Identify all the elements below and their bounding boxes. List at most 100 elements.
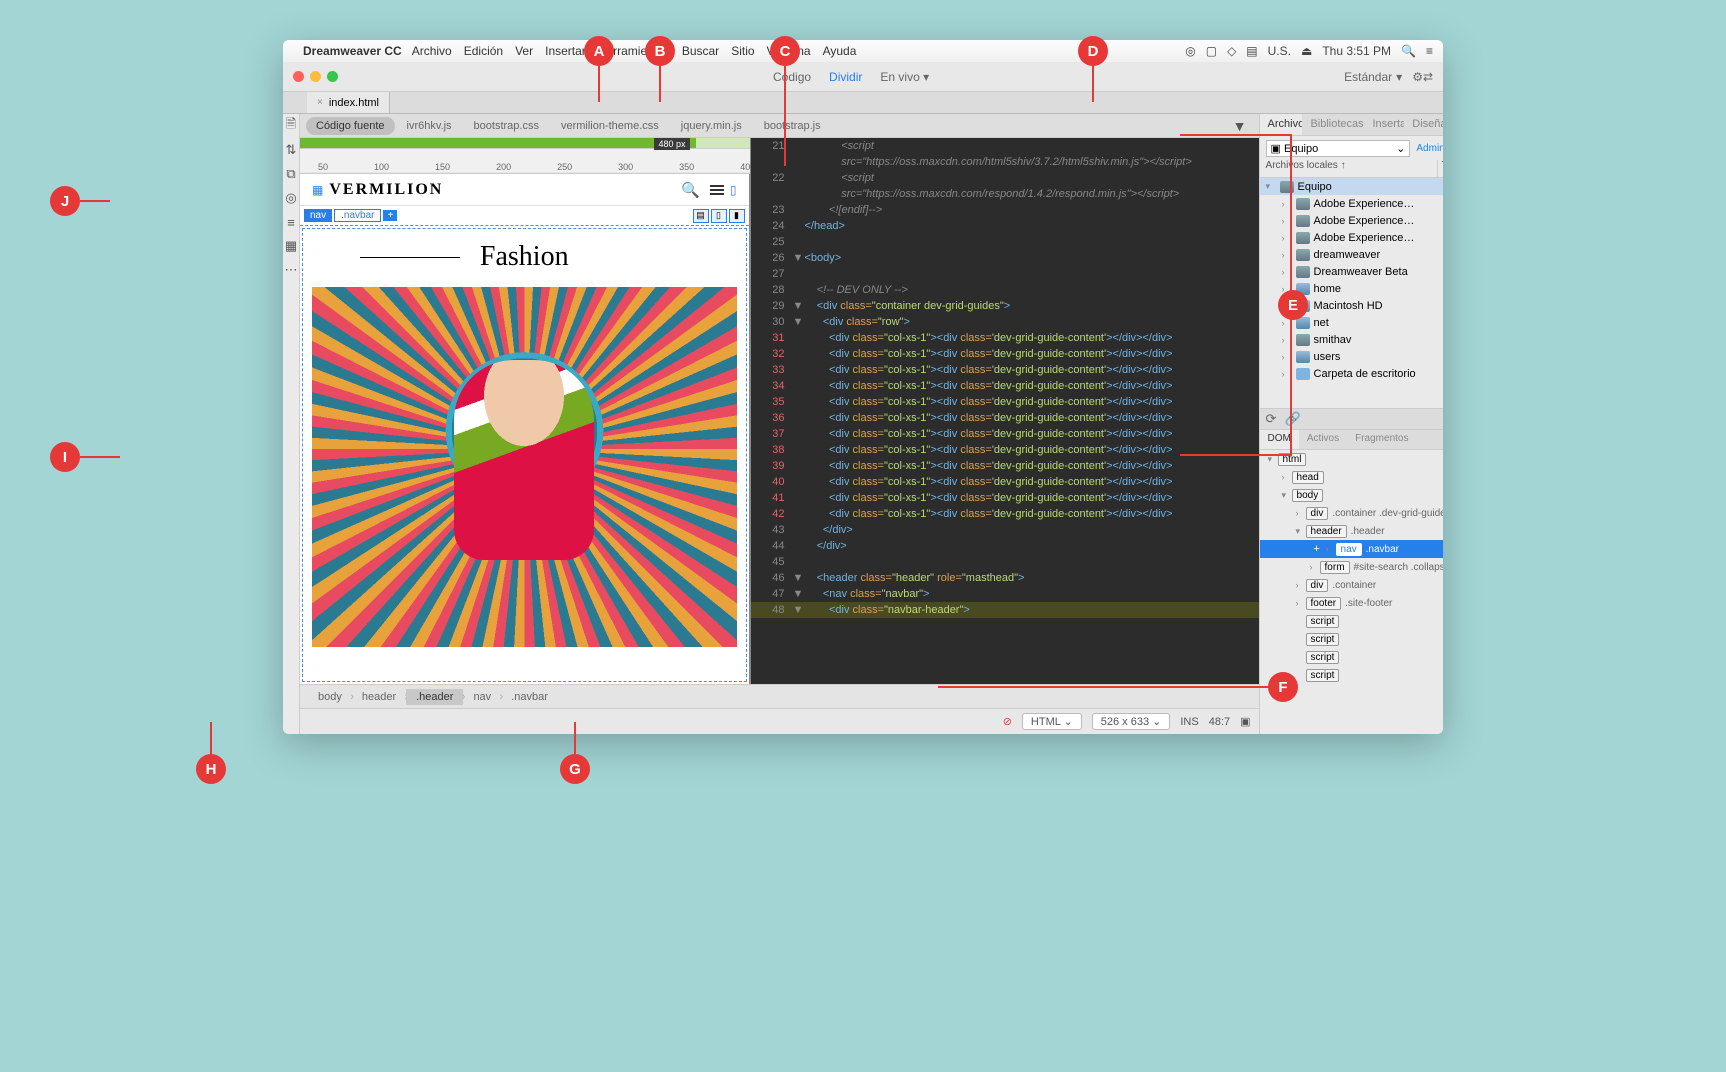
menu-archivo[interactable]: Archivo — [412, 44, 452, 58]
live-content[interactable]: Fashion — [302, 228, 747, 682]
close-button[interactable] — [293, 71, 304, 82]
tab-dom[interactable]: DOM — [1260, 430, 1299, 449]
tab-bibliotecas[interactable]: Bibliotecas CC — [1302, 114, 1364, 135]
bc-item[interactable]: .navbar — [501, 689, 558, 705]
inspect-icon[interactable]: ⧉ — [283, 166, 299, 182]
close-icon[interactable]: × — [317, 97, 323, 108]
workspace-selector[interactable]: Estándar ▾ — [1344, 70, 1402, 84]
rel-file[interactable]: jquery.min.js — [671, 117, 752, 135]
size-selector[interactable]: 526 x 633 ⌄ — [1092, 713, 1171, 730]
dom-row[interactable]: ›div.container .dev-grid-guides — [1260, 504, 1443, 522]
bc-item[interactable]: .header — [406, 689, 463, 705]
expand-icon[interactable]: ≡ — [283, 214, 299, 230]
file-tab-label: index.html — [329, 97, 379, 109]
selected-class[interactable]: .navbar — [334, 209, 381, 222]
search-icon[interactable]: 🔍 — [681, 181, 700, 199]
tree-row[interactable]: ›Adobe Experience… — [1260, 212, 1443, 229]
spotlight-icon[interactable]: 🔍 — [1401, 44, 1416, 58]
tree-row[interactable]: ›dreamweaver — [1260, 246, 1443, 263]
target-icon[interactable]: ◎ — [283, 190, 299, 206]
manage-icon[interactable]: ⇅ — [283, 142, 299, 158]
files-header: Archivos locales ↑ Tamaño — [1260, 160, 1443, 178]
tree-row[interactable]: ›Dreamweaver Beta — [1260, 263, 1443, 280]
input-source[interactable]: U.S. — [1268, 44, 1291, 58]
grid-icon[interactable]: ▦ — [312, 183, 323, 197]
file-icon[interactable]: 🗎 — [283, 118, 299, 134]
callout-c: C — [770, 36, 800, 66]
lang-selector[interactable]: HTML ⌄ — [1022, 713, 1082, 730]
bc-item[interactable]: nav — [463, 689, 501, 705]
rel-source[interactable]: Código fuente — [306, 117, 395, 135]
rel-file[interactable]: ivr6hkv.js — [397, 117, 462, 135]
tab-css[interactable]: Diseñador de CSS — [1404, 114, 1443, 135]
dom-row[interactable]: script — [1260, 648, 1443, 666]
menu-ayuda[interactable]: Ayuda — [823, 44, 857, 58]
minimize-button[interactable] — [310, 71, 321, 82]
dom-row[interactable]: ›div.container — [1260, 576, 1443, 594]
tab-archivos[interactable]: Archivos — [1260, 114, 1303, 135]
file-tab[interactable]: × index.html — [307, 92, 390, 113]
menu-insertar[interactable]: Insertar — [545, 44, 586, 58]
display-opt[interactable]: ▯ — [711, 209, 727, 223]
tree-row[interactable]: ›Adobe Experience… — [1260, 229, 1443, 246]
bc-item[interactable]: body — [308, 689, 352, 705]
tab-insertar[interactable]: Insertar — [1364, 114, 1404, 135]
manage-sites-link[interactable]: Administrar sitios — [1416, 143, 1443, 154]
view-live[interactable]: En vivo ▾ — [880, 70, 929, 84]
dom-row[interactable]: +›nav.navbar — [1260, 540, 1443, 558]
preview-icon[interactable]: ▣ — [1240, 715, 1250, 728]
media-query-bar[interactable]: 480 px — [300, 138, 750, 148]
dom-row[interactable]: ▾html — [1260, 450, 1443, 468]
dom-row[interactable]: ›footer.site-footer — [1260, 594, 1443, 612]
page-heading: Fashion — [440, 241, 609, 273]
dom-row[interactable]: script — [1260, 630, 1443, 648]
dom-row[interactable]: script — [1260, 612, 1443, 630]
menu-sitio[interactable]: Sitio — [731, 44, 754, 58]
site-selector[interactable]: ▣ Equipo⌄ — [1266, 140, 1411, 157]
dom-row[interactable]: ›head — [1260, 468, 1443, 486]
dom-row[interactable]: ▾header.header — [1260, 522, 1443, 540]
flag-icon[interactable]: ▤ — [1246, 44, 1257, 58]
eject-icon[interactable]: ⏏ — [1301, 44, 1312, 58]
selected-tag[interactable]: nav — [304, 209, 332, 222]
error-icon[interactable]: ⊘ — [1003, 715, 1012, 728]
display-opt[interactable]: ▮ — [729, 209, 745, 223]
tree-row[interactable]: ›smithav — [1260, 331, 1443, 348]
list-icon[interactable]: ≡ — [1426, 44, 1433, 58]
hamburger-icon[interactable] — [710, 185, 724, 195]
sync-icon[interactable]: ⟳ — [1266, 411, 1277, 427]
screen-icon[interactable]: ▢ — [1206, 44, 1217, 58]
rel-file[interactable]: vermilion-theme.css — [551, 117, 669, 135]
rel-file[interactable]: bootstrap.css — [464, 117, 549, 135]
layout-icon[interactable]: ▦ — [283, 238, 299, 254]
zoom-button[interactable] — [327, 71, 338, 82]
live-view[interactable]: ▦ VERMILION 🔍 ▯ nav .navbar + ▤ — [300, 174, 750, 684]
more-icon[interactable]: ⋯ — [283, 262, 299, 278]
tree-row[interactable]: ›users — [1260, 348, 1443, 365]
link-icon[interactable]: 🔗 — [1284, 411, 1300, 427]
dom-row[interactable]: ›form#site-search .collapse .site-sea — [1260, 558, 1443, 576]
view-code[interactable]: Código — [773, 70, 811, 84]
callout-a: A — [584, 36, 614, 66]
dom-row[interactable]: ▾body — [1260, 486, 1443, 504]
rel-file[interactable]: bootstrap.js — [754, 117, 831, 135]
view-split[interactable]: Dividir — [829, 70, 862, 84]
outline-icon[interactable]: ▯ — [730, 183, 737, 197]
tree-row[interactable]: ▾Equipo — [1260, 178, 1443, 195]
cloud-icon[interactable]: ◎ — [1185, 44, 1195, 58]
display-opt[interactable]: ▤ — [693, 209, 709, 223]
tree-row[interactable]: ›Carpeta de escritorio — [1260, 365, 1443, 382]
tree-row[interactable]: ›Adobe Experience… — [1260, 195, 1443, 212]
filter-icon[interactable]: ▼ — [1233, 118, 1253, 134]
code-view[interactable]: 21 <script src="https://oss.maxcdn.com/h… — [751, 138, 1259, 684]
wifi-icon[interactable]: ◇ — [1227, 44, 1236, 58]
menu-buscar[interactable]: Buscar — [682, 44, 719, 58]
menu-ver[interactable]: Ver — [515, 44, 533, 58]
add-class-button[interactable]: + — [383, 210, 397, 221]
related-files-bar: Código fuente ivr6hkv.js bootstrap.css v… — [300, 114, 1259, 138]
tab-activos[interactable]: Activos — [1299, 430, 1347, 449]
bc-item[interactable]: header — [352, 689, 406, 705]
settings-icon[interactable]: ⚙⇄ — [1412, 70, 1433, 84]
tab-fragmentos[interactable]: Fragmentos — [1347, 430, 1416, 449]
menu-edicion[interactable]: Edición — [464, 44, 503, 58]
